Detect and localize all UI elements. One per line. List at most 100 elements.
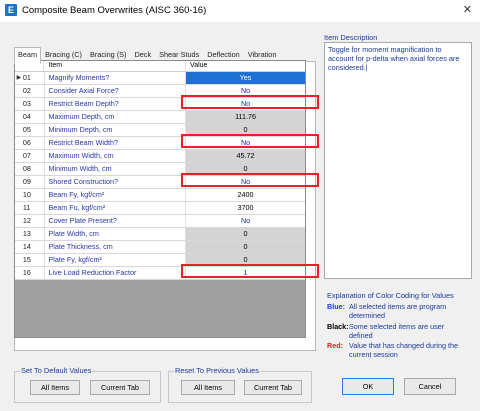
row-item-label: Maximum Width, cm xyxy=(43,150,186,162)
highlight-outline xyxy=(181,173,319,187)
row-selector[interactable] xyxy=(15,124,23,136)
row-number: 02 xyxy=(22,86,31,95)
row-value-cell[interactable]: 0 xyxy=(185,241,305,253)
row-selector[interactable] xyxy=(15,111,23,123)
row-number: 09 xyxy=(22,177,31,186)
row-number: 04 xyxy=(22,112,31,121)
close-icon[interactable]: ✕ xyxy=(463,3,472,16)
row-number: 03 xyxy=(22,99,31,108)
row-selector[interactable] xyxy=(15,176,23,188)
row-value-cell[interactable]: 0 xyxy=(185,228,305,240)
grid-row[interactable]: 12 Cover Plate Present? No xyxy=(15,215,305,228)
overwrites-grid: Item Value ▶ 01 Magnify Moments? Yes 02 Consi… xyxy=(14,60,319,338)
row-item-label: Live Load Reduction Factor xyxy=(43,267,186,279)
highlight-outline xyxy=(181,95,319,109)
grid-row[interactable]: 04 Maximum Depth, cm 111.76 xyxy=(15,111,305,124)
legend-entry-blue: Blue: All selected items are program det… xyxy=(327,302,469,320)
row-number: 14 xyxy=(22,242,31,251)
row-selector[interactable] xyxy=(15,254,23,266)
row-number: 06 xyxy=(22,138,31,147)
row-number: 13 xyxy=(22,229,31,238)
row-selector[interactable] xyxy=(15,85,23,97)
legend-key: Red: xyxy=(327,341,343,350)
row-item-label: Restrict Beam Width? xyxy=(43,137,186,149)
ok-button[interactable]: OK xyxy=(342,378,394,395)
row-selector[interactable] xyxy=(15,150,23,162)
row-item-label: Cover Plate Present? xyxy=(43,215,186,227)
row-item-label: Plate Width, cm xyxy=(43,228,186,240)
row-number: 10 xyxy=(22,190,31,199)
grid-row[interactable]: 03 Restrict Beam Depth? No xyxy=(15,95,319,111)
row-item-label: Maximum Depth, cm xyxy=(43,111,186,123)
grid-row[interactable]: ▶ 01 Magnify Moments? Yes xyxy=(15,72,305,85)
row-item-label: Beam Fy, kgf/cm² xyxy=(43,189,186,201)
column-header-item: Item xyxy=(43,61,185,71)
row-number: 07 xyxy=(22,151,31,160)
row-item-label: Restrict Beam Depth? xyxy=(43,98,186,110)
grid-body: ▶ 01 Magnify Moments? Yes 02 Consider Axial F… xyxy=(15,72,319,280)
legend-entry-red: Red: Value that has changed during the c… xyxy=(327,341,469,359)
grid-row[interactable]: 10 Beam Fy, kgf/cm² 2400 xyxy=(15,189,305,202)
row-item-label: Minimum Depth, cm xyxy=(43,124,186,136)
row-selector[interactable] xyxy=(15,98,23,110)
legend-key: Black: xyxy=(327,322,349,331)
app-icon: E xyxy=(5,4,17,16)
row-pointer-icon[interactable]: ▶ xyxy=(15,72,23,84)
row-number: 01 xyxy=(22,73,31,82)
column-header-value: Value xyxy=(185,61,305,71)
row-item-label: Plate Thickness, cm xyxy=(43,241,186,253)
legend-text: All selected items are program determine… xyxy=(349,302,447,320)
row-value-cell[interactable]: 45.72 xyxy=(185,150,305,162)
grid-row[interactable]: 13 Plate Width, cm 0 xyxy=(15,228,305,241)
item-description-text: Toggle for moment magnification to accou… xyxy=(324,42,472,279)
window-title: Composite Beam Overwrites (AISC 360-16) xyxy=(22,5,207,16)
row-value-cell[interactable]: 111.76 xyxy=(185,111,305,123)
row-item-label: Magnify Moments? xyxy=(43,72,186,84)
grid-row[interactable]: 11 Beam Fu, kgf/cm² 3700 xyxy=(15,202,305,215)
grid-row[interactable]: 09 Shored Construction? No xyxy=(15,173,319,189)
grid-row[interactable]: 14 Plate Thickness, cm 0 xyxy=(15,241,305,254)
row-selector[interactable] xyxy=(15,241,23,253)
row-selector[interactable] xyxy=(15,189,23,201)
row-selector[interactable] xyxy=(15,267,23,279)
legend-text: Value that has changed during the curren… xyxy=(349,341,458,359)
tab-beam[interactable]: Beam xyxy=(14,47,42,64)
row-number: 15 xyxy=(22,255,31,264)
highlight-outline xyxy=(181,134,319,148)
grid-row[interactable]: 07 Maximum Width, cm 45.72 xyxy=(15,150,305,163)
set-default-title: Set To Default Values xyxy=(20,366,93,375)
reset-current-tab-button[interactable]: Current Tab xyxy=(244,380,302,395)
row-number: 11 xyxy=(22,203,31,212)
grid-row[interactable]: 16 Live Load Reduction Factor 1 xyxy=(15,264,319,280)
reset-previous-title: Reset To Previous Values xyxy=(174,366,260,375)
row-number: 08 xyxy=(22,164,31,173)
row-selector[interactable] xyxy=(15,163,23,175)
row-number: 05 xyxy=(22,125,31,134)
row-number: 12 xyxy=(22,216,31,225)
row-value-cell[interactable]: 2400 xyxy=(185,189,305,201)
row-item-label: Consider Axial Force? xyxy=(43,85,186,97)
row-item-label: Beam Fu, kgf/cm² xyxy=(43,202,186,214)
row-value-cell[interactable]: Yes xyxy=(185,72,305,84)
grid-header: Item Value xyxy=(15,61,305,72)
row-item-label: Plate Fy, kgf/cm² xyxy=(43,254,186,266)
legend-text: Some selected items are user defined xyxy=(349,322,445,340)
default-all-items-button[interactable]: All Items xyxy=(30,380,80,395)
row-item-label: Shored Construction? xyxy=(43,176,186,188)
grid-row[interactable]: 06 Restrict Beam Width? No xyxy=(15,134,319,150)
cancel-button[interactable]: Cancel xyxy=(404,378,456,395)
row-item-label: Minimum Width, cm xyxy=(43,163,186,175)
color-legend-title: Explanation of Color Coding for Values xyxy=(327,291,454,300)
row-value-cell[interactable]: No xyxy=(185,215,305,227)
row-selector[interactable] xyxy=(15,228,23,240)
row-value-cell[interactable]: 3700 xyxy=(185,202,305,214)
highlight-outline xyxy=(181,264,319,278)
title-bar: E Composite Beam Overwrites (AISC 360-16… xyxy=(0,0,480,22)
legend-entry-black: Black: Some selected items are user defi… xyxy=(327,322,469,340)
row-selector[interactable] xyxy=(15,137,23,149)
row-selector[interactable] xyxy=(15,215,23,227)
row-number: 16 xyxy=(22,268,31,277)
row-selector[interactable] xyxy=(15,202,23,214)
reset-all-items-button[interactable]: All Items xyxy=(181,380,235,395)
default-current-tab-button[interactable]: Current Tab xyxy=(90,380,150,395)
